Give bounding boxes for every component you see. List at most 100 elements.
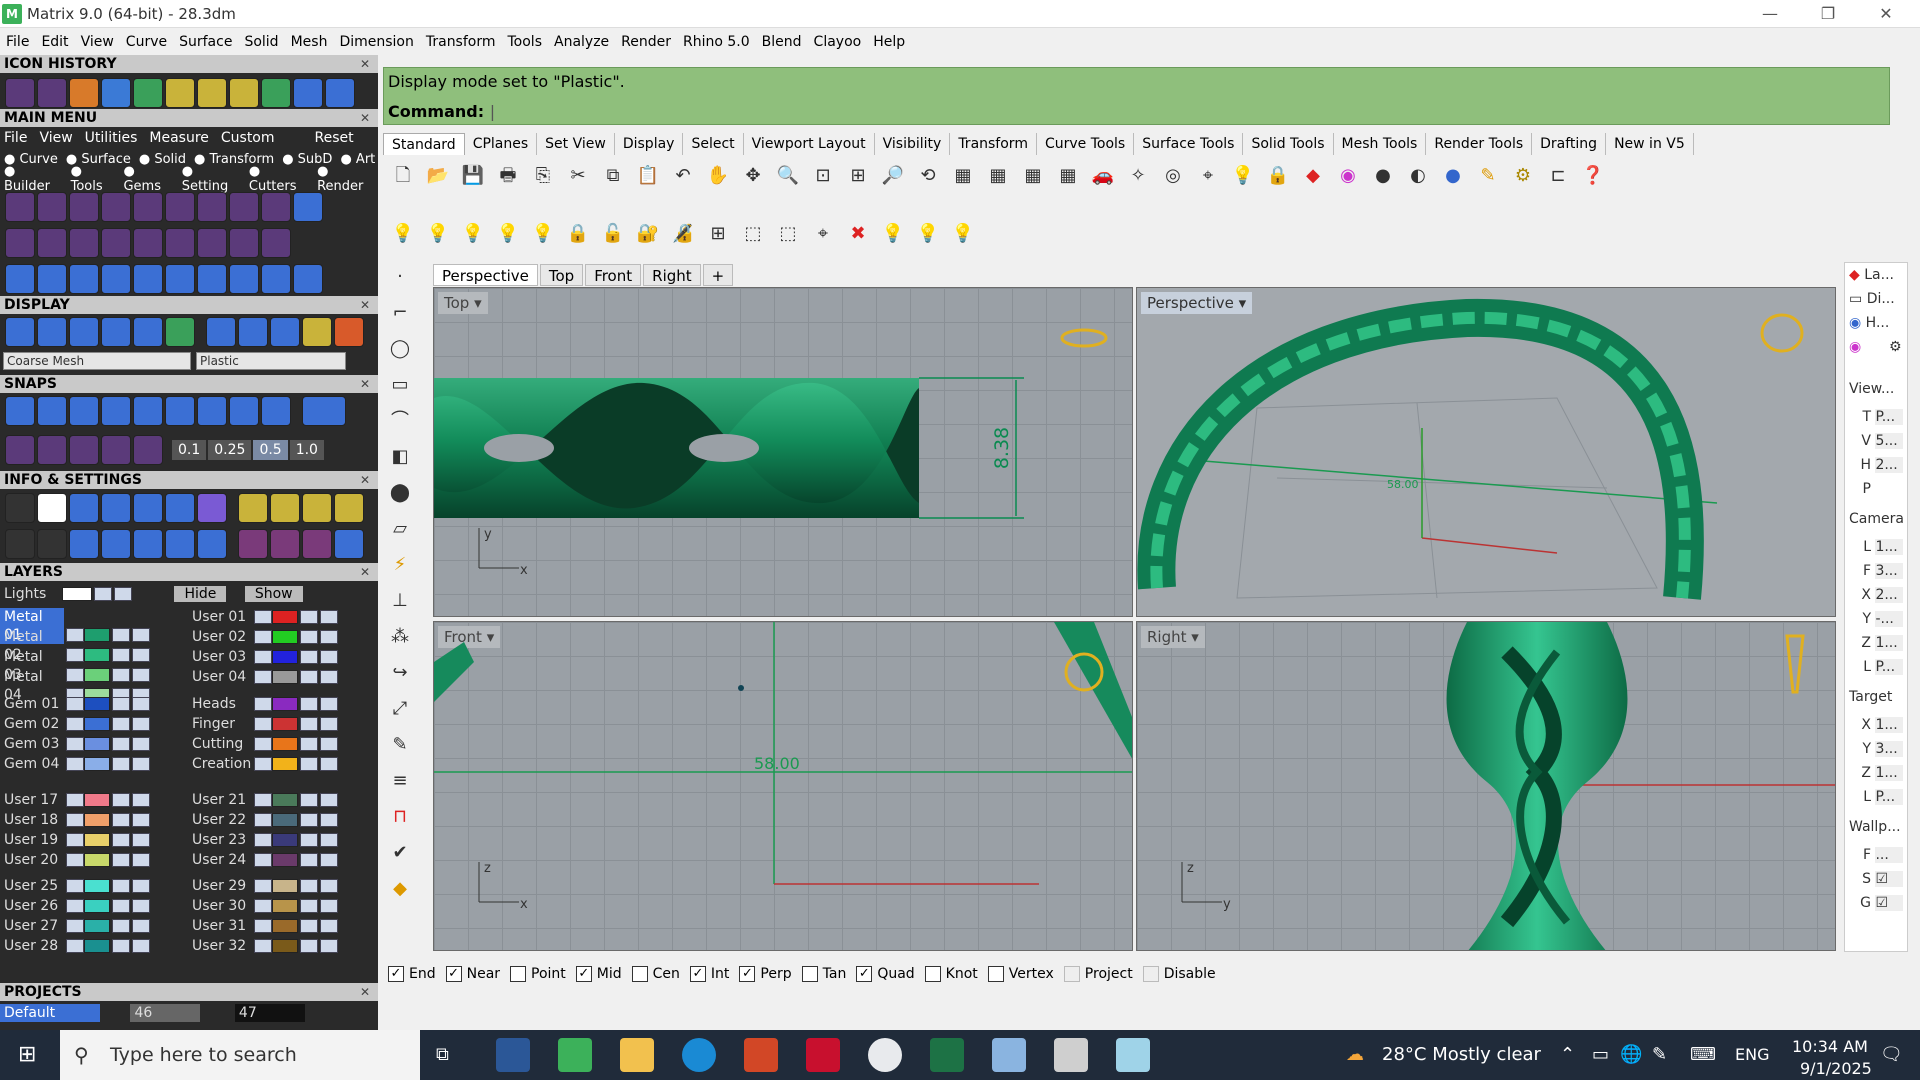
visible-icon[interactable]: [132, 919, 150, 933]
lock-icon[interactable]: [300, 610, 318, 624]
layer-row[interactable]: User 21: [188, 791, 378, 809]
layer-color[interactable]: [272, 793, 298, 807]
info-icon[interactable]: [165, 493, 195, 523]
layer-row[interactable]: Heads: [188, 695, 378, 713]
checkbox[interactable]: [924, 966, 941, 982]
four-view-icon[interactable]: ▦: [948, 161, 978, 191]
windows-start-icon[interactable]: ⊞: [18, 1030, 36, 1080]
expand-icon[interactable]: [66, 939, 84, 953]
lock-icon[interactable]: [112, 899, 130, 913]
category-setting[interactable]: ● Setting: [182, 164, 243, 194]
shaded-icon[interactable]: [37, 317, 67, 347]
menu-transform[interactable]: Transform: [426, 34, 496, 50]
weather-text[interactable]: 28°C Mostly clear: [1382, 1030, 1541, 1080]
menu-solid[interactable]: Solid: [244, 34, 278, 50]
info-icon[interactable]: [334, 529, 364, 559]
keyboard-icon[interactable]: ⌨: [1690, 1030, 1716, 1080]
lock-icon[interactable]: [300, 919, 318, 933]
back-arrow-icon[interactable]: [293, 78, 323, 108]
layer-row[interactable]: User 31: [188, 917, 378, 935]
battery-icon[interactable]: ▭: [1592, 1030, 1609, 1080]
taskbar-search[interactable]: ⚲ Type here to search: [60, 1030, 420, 1080]
delete-icon[interactable]: ✖: [843, 219, 873, 249]
osnap-near[interactable]: ✓ Near: [445, 966, 500, 982]
visible-icon[interactable]: [320, 630, 338, 644]
expand-icon[interactable]: [254, 853, 272, 867]
layer-row[interactable]: User 24: [188, 851, 378, 869]
tab-surface-tools[interactable]: Surface Tools: [1134, 133, 1244, 155]
menu-tools[interactable]: Tools: [508, 34, 543, 50]
visible-icon[interactable]: [132, 717, 150, 731]
material-icon[interactable]: [206, 317, 236, 347]
display-icon[interactable]: [165, 317, 195, 347]
close-icon[interactable]: ✕: [360, 983, 374, 999]
expand-icon[interactable]: [66, 879, 84, 893]
history-tool-icon[interactable]: [69, 78, 99, 108]
layer-color[interactable]: [272, 939, 298, 953]
lock-icon[interactable]: [112, 853, 130, 867]
tab-standard[interactable]: Standard: [383, 133, 465, 155]
select-icon[interactable]: ⌖: [1193, 161, 1223, 191]
history-tool-icon[interactable]: [229, 78, 259, 108]
viewport-perspective[interactable]: Perspective ▾ 58.00: [1136, 287, 1836, 617]
help-icon[interactable]: ❓: [1578, 161, 1608, 191]
layout-icon[interactable]: [5, 529, 35, 559]
restore-button[interactable]: ❐: [1808, 2, 1848, 26]
close-icon[interactable]: ✕: [360, 55, 374, 71]
color-wheel-icon[interactable]: ◉: [1333, 161, 1363, 191]
panel-tab-display[interactable]: ▭ Di...: [1849, 291, 1895, 307]
visible-icon[interactable]: [320, 899, 338, 913]
snap-icon[interactable]: [197, 396, 227, 426]
material-icon[interactable]: [270, 317, 300, 347]
snap-icon[interactable]: [165, 396, 195, 426]
viewport-front[interactable]: Front ▾ 58.00 z x: [433, 621, 1133, 951]
snap-icon[interactable]: [133, 435, 163, 465]
expand-icon[interactable]: [254, 737, 272, 751]
expand-icon[interactable]: [254, 833, 272, 847]
layer-icon[interactable]: ◆: [1298, 161, 1328, 191]
layer-icon[interactable]: ≡: [385, 766, 415, 796]
display-mode-select[interactable]: Plastic: [196, 352, 346, 370]
file-explorer-icon[interactable]: [620, 1038, 654, 1072]
expand-icon[interactable]: [254, 610, 272, 624]
layer-row[interactable]: User 32: [188, 937, 378, 955]
tool-icon[interactable]: [101, 228, 131, 258]
checkbox[interactable]: ✓: [445, 966, 462, 982]
undo-icon[interactable]: ↶: [668, 161, 698, 191]
category-builder[interactable]: ● Builder: [4, 164, 65, 194]
snap-icon[interactable]: [101, 396, 131, 426]
viewport-tab-right[interactable]: Right: [643, 264, 701, 286]
settings-icon[interactable]: [5, 493, 35, 523]
info-icon[interactable]: [270, 529, 300, 559]
lights-color[interactable]: [62, 587, 92, 601]
osnap-cen[interactable]: Cen: [631, 966, 680, 982]
tool-icon[interactable]: [5, 228, 35, 258]
history-tool-icon[interactable]: [101, 78, 131, 108]
tab-solid-tools[interactable]: Solid Tools: [1243, 133, 1334, 155]
rotate-view-icon[interactable]: ✥: [738, 161, 768, 191]
layer-row[interactable]: User 23: [188, 831, 378, 849]
checkbox[interactable]: [987, 966, 1004, 982]
box-icon[interactable]: ⬚: [738, 219, 768, 249]
fillet-icon[interactable]: ↪: [385, 658, 415, 688]
grid-icon[interactable]: [5, 435, 35, 465]
layer-color[interactable]: [84, 833, 110, 847]
pan-hand-icon[interactable]: ✋: [703, 161, 733, 191]
visible-icon[interactable]: [320, 670, 338, 684]
checkbox[interactable]: ✓: [575, 966, 592, 982]
solidworks-app-icon[interactable]: [806, 1038, 840, 1072]
osnap-end[interactable]: ✓ End: [388, 966, 436, 982]
snap-icon[interactable]: [133, 396, 163, 426]
checkbox[interactable]: ✓: [739, 966, 756, 982]
hide-button[interactable]: Hide: [174, 586, 227, 602]
lock-icon[interactable]: [300, 630, 318, 644]
info-icon[interactable]: [302, 493, 332, 523]
open-folder-icon[interactable]: 📂: [423, 161, 453, 191]
checkbox[interactable]: ✓: [388, 966, 404, 982]
menu-analyze[interactable]: Analyze: [554, 34, 609, 50]
osnap-perp[interactable]: ✓ Perp: [739, 966, 792, 982]
tool-icon[interactable]: [229, 228, 259, 258]
tool-icon[interactable]: [197, 228, 227, 258]
lock-icon[interactable]: [112, 939, 130, 953]
layer-row[interactable]: Metal 03: [0, 648, 180, 683]
